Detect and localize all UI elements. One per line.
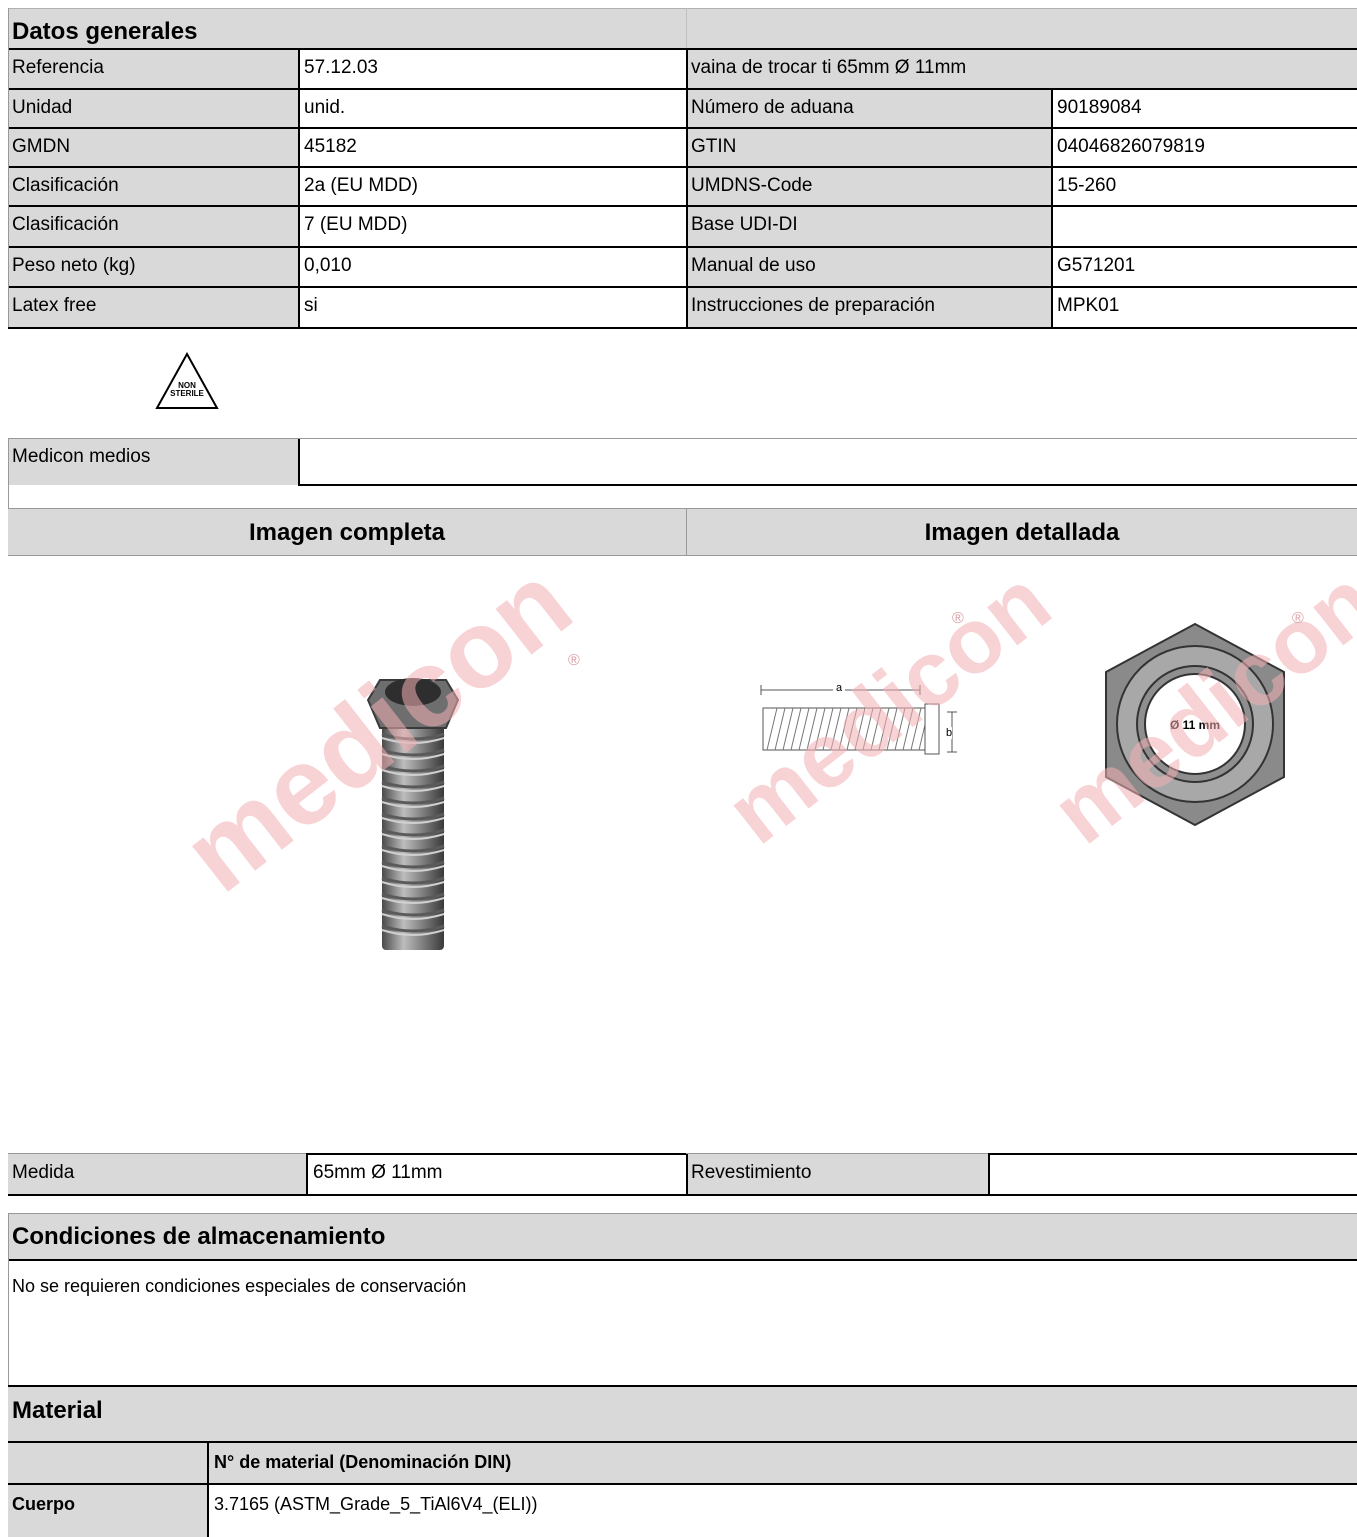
general-value: unid. — [304, 97, 346, 118]
col-border — [686, 205, 688, 246]
general-value2: 90189084 — [1057, 97, 1142, 118]
material-part: Cuerpo — [12, 1494, 75, 1514]
dimension-b: b — [946, 727, 953, 739]
measure-label: Medida — [12, 1162, 75, 1183]
general-label: Clasificación — [12, 214, 119, 235]
general-value2: G571201 — [1057, 255, 1136, 276]
col-border — [298, 205, 300, 246]
row-border — [8, 205, 1357, 207]
storage-title: Condiciones de almacenamiento — [12, 1223, 386, 1250]
row-border — [8, 327, 1357, 329]
media-label: Medicon medios — [12, 446, 151, 467]
general-label2: Número de aduana — [691, 97, 854, 118]
general-value: 0,010 — [304, 255, 352, 276]
general-label: Latex free — [12, 295, 97, 316]
non-sterile-symbol: NON STERILE — [155, 351, 219, 410]
row-border — [8, 88, 1357, 90]
col-border — [298, 127, 300, 166]
material-columns — [8, 1443, 1357, 1483]
general-header — [8, 8, 1357, 48]
col-border — [298, 88, 300, 127]
general-value: 2a (EU MDD) — [304, 175, 419, 196]
col-border — [1051, 88, 1053, 127]
detail-image-title: Imagen detallada — [924, 519, 1120, 546]
general-value2: 04046826079819 — [1057, 136, 1205, 157]
general-label2: Base UDI-DI — [691, 214, 798, 235]
measure-value: 65mm Ø 11mm — [313, 1162, 443, 1183]
general-label2: UMDNS-Code — [691, 175, 813, 196]
col-border — [1051, 205, 1053, 246]
general-value: 57.12.03 — [304, 57, 378, 78]
col-border — [1051, 166, 1053, 205]
material-value: 3.7165 (ASTM_Grade_5_TiAl6V4_(ELI)) — [214, 1494, 538, 1514]
general-label2: Manual de uso — [691, 255, 816, 276]
general-value: 45182 — [304, 136, 357, 157]
header-split — [686, 8, 687, 48]
general-label2-cell — [686, 127, 1051, 166]
general-value: 7 (EU MDD) — [304, 214, 408, 235]
col-border — [1051, 246, 1053, 286]
general-label2: GTIN — [691, 136, 737, 157]
table-left-border — [8, 8, 9, 327]
general-label: Clasificación — [12, 175, 119, 196]
general-value: si — [304, 295, 318, 316]
storage-text: No se requieren condiciones especiales d… — [12, 1276, 467, 1296]
row-border — [8, 127, 1357, 129]
col-border — [686, 246, 688, 286]
general-label: GMDN — [12, 136, 71, 157]
col-border — [1051, 127, 1053, 166]
col-border — [686, 286, 688, 327]
col-border — [686, 127, 688, 166]
row-border — [8, 48, 1357, 50]
material-header — [8, 1386, 1357, 1442]
material-column-header: N° de material (Denominación DIN) — [214, 1452, 512, 1472]
col-border — [298, 48, 300, 88]
material-title: Material — [12, 1397, 103, 1424]
sterile-label: STERILE — [170, 389, 204, 398]
general-label2: Instrucciones de preparación — [691, 295, 935, 316]
col-border — [686, 166, 688, 205]
general-label2: vaina de trocar ti 65mm Ø 11mm — [691, 57, 967, 78]
general-value2: 15-260 — [1057, 175, 1117, 196]
general-label: Unidad — [12, 97, 73, 118]
registered-mark-end: ® — [1292, 610, 1304, 627]
col-border — [298, 286, 300, 327]
col-border — [686, 88, 688, 127]
coating-label: Revestimiento — [691, 1162, 812, 1183]
row-border — [8, 246, 1357, 248]
full-image-title: Imagen completa — [248, 519, 446, 546]
top-border — [8, 8, 1357, 9]
col-border — [298, 166, 300, 205]
registered-mark-side: ® — [952, 610, 964, 627]
general-label: Peso neto (kg) — [12, 255, 136, 276]
col-border — [686, 48, 688, 88]
general-value2: MPK01 — [1057, 295, 1120, 316]
col-border — [1051, 286, 1053, 327]
registered-mark-full: ® — [568, 652, 580, 669]
row-border — [8, 166, 1357, 168]
row-border — [8, 286, 1357, 288]
col-border — [298, 246, 300, 286]
general-title: Datos generales — [12, 18, 198, 45]
general-label: Referencia — [12, 57, 104, 78]
